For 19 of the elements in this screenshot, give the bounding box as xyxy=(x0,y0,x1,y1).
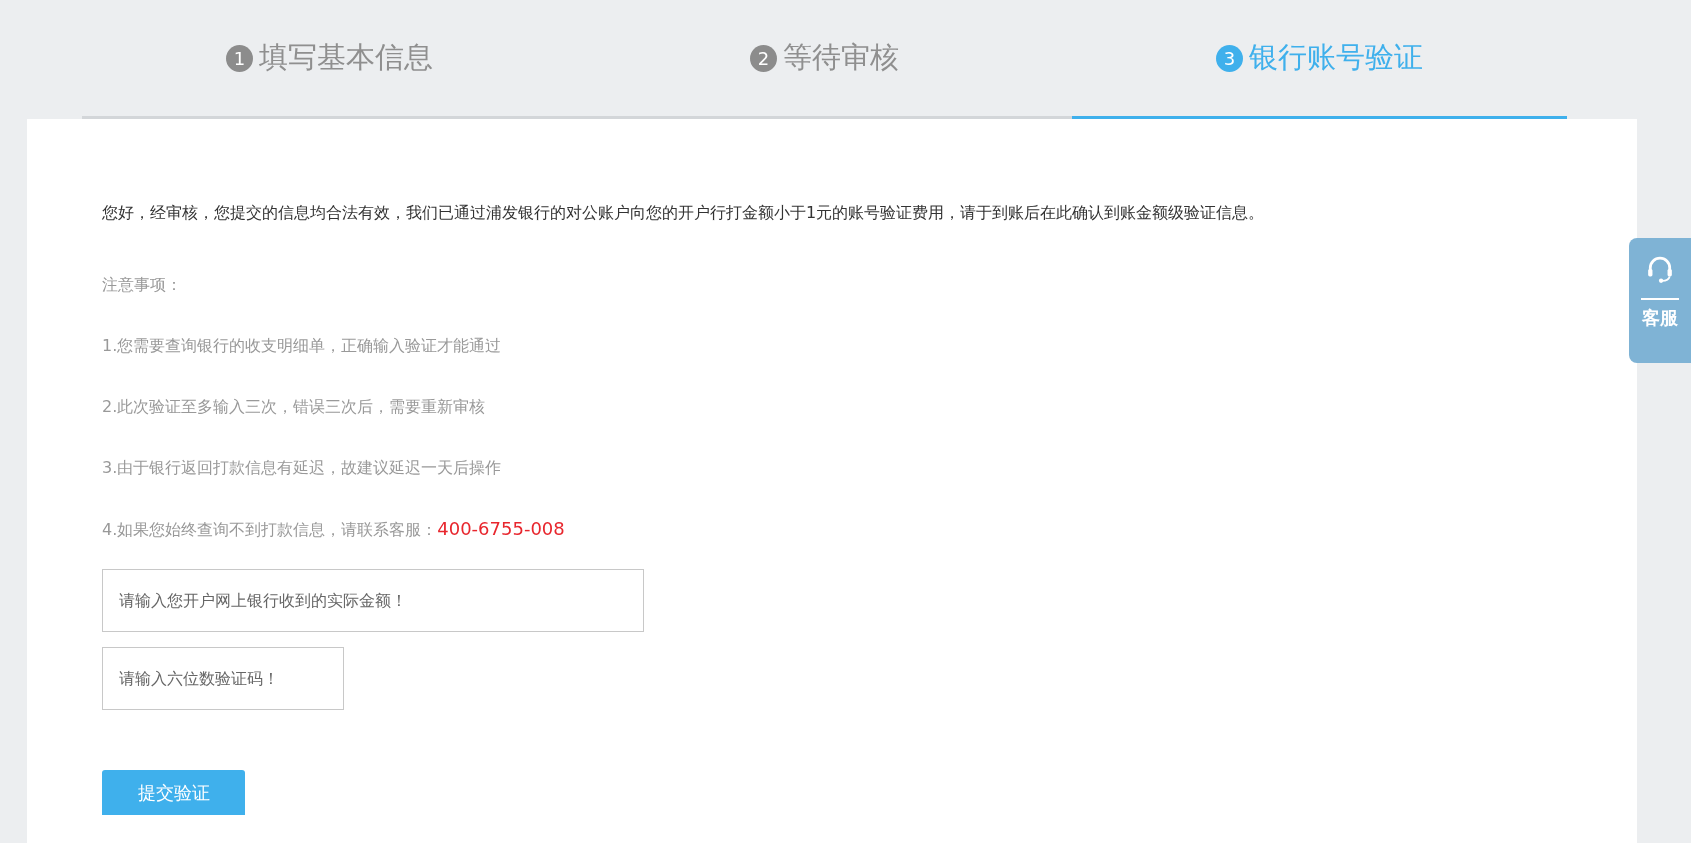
step-label: 等待审核 xyxy=(783,39,899,76)
headset-icon xyxy=(1647,256,1673,284)
step-label: 填写基本信息 xyxy=(259,39,433,76)
step-tab[interactable]: 1 填写基本信息 xyxy=(82,0,577,119)
step-label: 银行账号验证 xyxy=(1249,39,1423,76)
step-number: 3 xyxy=(1216,44,1243,72)
note-text: 3.由于银行返回打款信息有延迟，故建议延迟一天后操作 xyxy=(102,457,503,479)
intro-paragraph: 您好，经审核，您提交的信息均合法有效，我们已通过浦发银行的对公账户向您的开户行打金额小于1元的账号验证费用，请于到账后在此确认到账金额级验证信息。 xyxy=(102,202,1266,224)
note-text: 2.此次验证至多输入三次，错误三次后，需要重新审核 xyxy=(102,396,487,418)
step-number: 1 xyxy=(226,44,253,72)
input-field[interactable]: 请输入您开户网上银行收到的实际金额！ xyxy=(102,569,644,632)
input-field[interactable]: 请输入六位数验证码！ xyxy=(102,647,344,710)
step-number: 2 xyxy=(750,44,777,72)
submit-button[interactable]: 提交验证 xyxy=(102,770,245,815)
notes-heading: 注意事项： xyxy=(102,274,183,296)
step-tab[interactable]: 2 等待审核 xyxy=(577,0,1072,119)
note-text: 1.您需要查询银行的收支明细单，正确输入验证才能通过 xyxy=(102,335,503,357)
customer-service-tab[interactable]: 客服 xyxy=(1629,238,1691,363)
note-text: 4.如果您始终查询不到打款信息，请联系客服：400-6755-008 xyxy=(102,517,566,541)
